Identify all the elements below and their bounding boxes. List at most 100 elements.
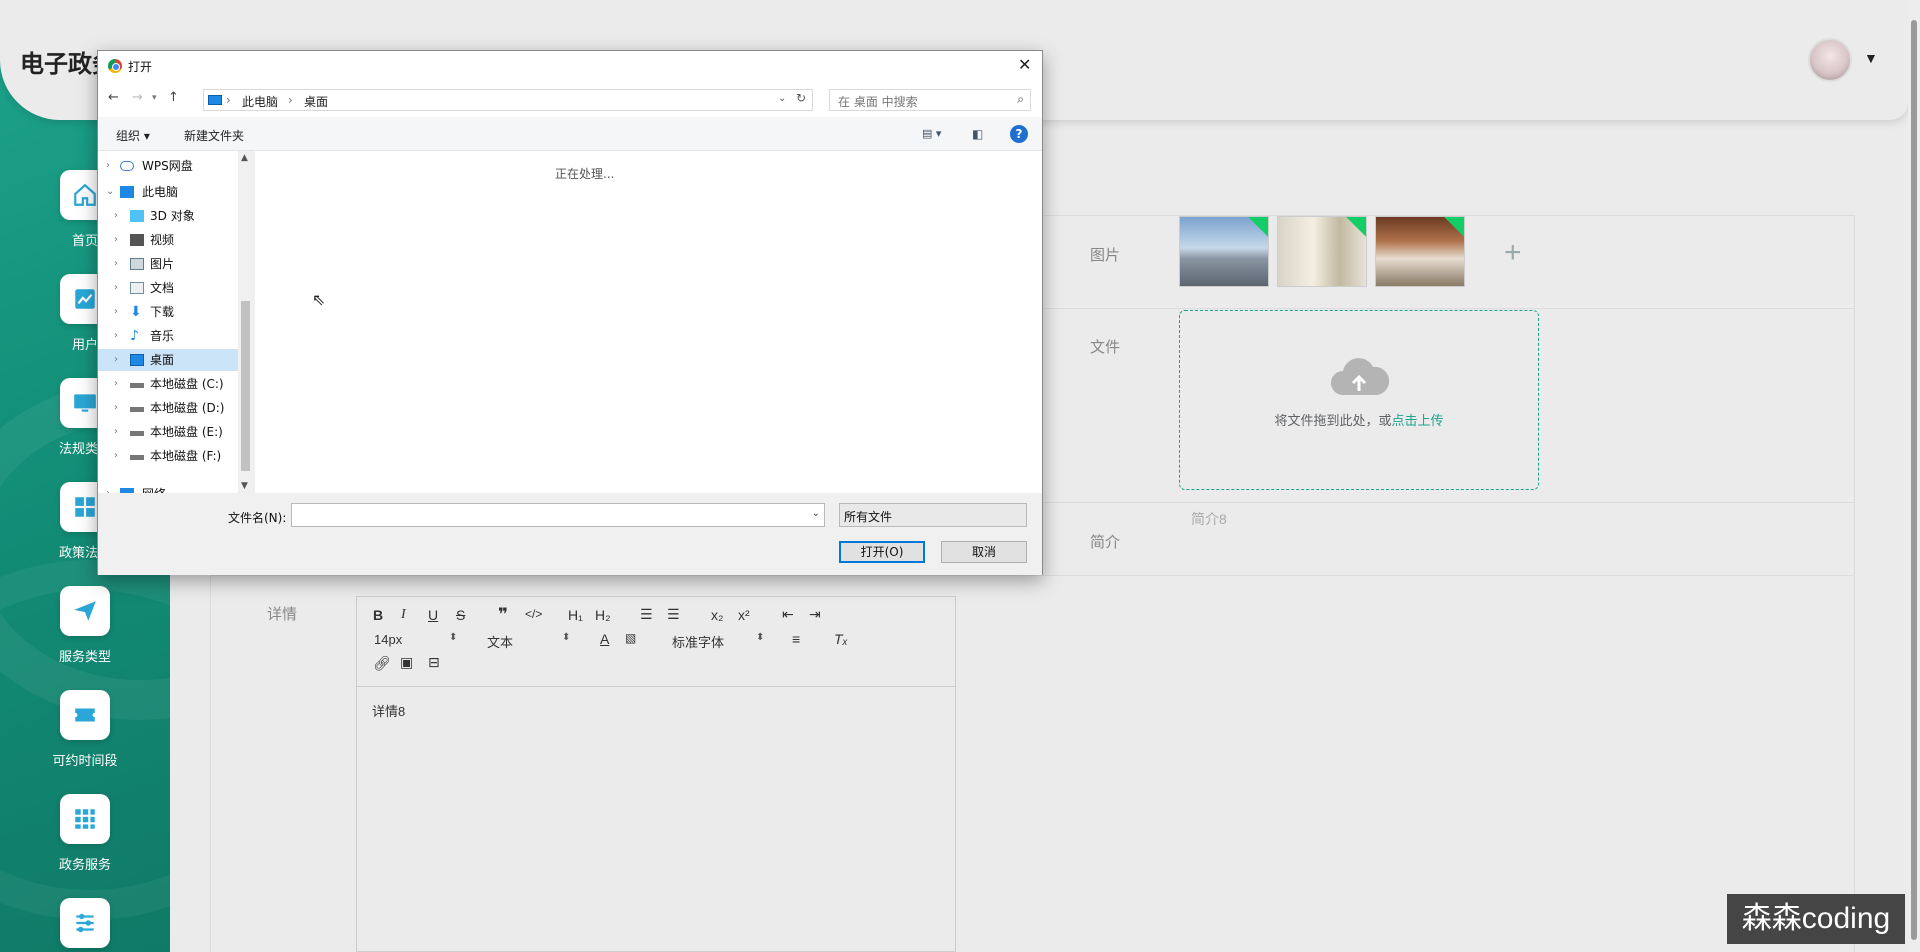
computer-icon xyxy=(120,186,134,198)
tree-scrollbar[interactable]: ▲ ▼ xyxy=(238,151,253,493)
code-icon[interactable]: </> xyxy=(525,607,542,621)
preview-pane-icon[interactable]: ◧ xyxy=(972,127,983,141)
font-family-select[interactable]: 标准字体 xyxy=(672,632,724,651)
subscript-icon[interactable]: x₂ xyxy=(711,607,723,623)
image-thumbnail[interactable] xyxy=(1179,216,1269,287)
caret-down-icon[interactable]: ▼ xyxy=(1864,50,1878,66)
select-arrow-icon: ⬍ xyxy=(449,632,458,643)
refresh-icon[interactable]: ↻ xyxy=(796,91,806,105)
font-size-select[interactable]: 14px xyxy=(374,632,402,647)
cube-icon xyxy=(130,210,144,222)
tree-item-network[interactable]: ›网络 xyxy=(98,483,238,493)
chart-icon xyxy=(75,289,95,309)
avatar[interactable] xyxy=(1808,38,1852,82)
tree-item-this-pc[interactable]: ⌄ 此电脑 xyxy=(98,181,238,203)
tree-item-documents[interactable]: › 文档 xyxy=(98,277,238,299)
add-image-icon[interactable]: + xyxy=(1504,236,1522,270)
picture-icon xyxy=(130,258,144,270)
recent-locations-icon[interactable]: ▾ xyxy=(152,93,157,103)
upload-link[interactable]: 点击上传 xyxy=(1392,413,1444,428)
search-input[interactable]: 在 桌面 中搜索 ⌕ xyxy=(829,89,1031,111)
sidebar-item-label: 政务服务 xyxy=(58,857,111,872)
h2-icon[interactable]: H₂ xyxy=(595,607,611,623)
editor-content[interactable]: 详情8 xyxy=(357,687,955,734)
select-arrow-icon: ⬍ xyxy=(756,632,765,643)
computer-icon xyxy=(208,95,222,105)
tree-item-desktop[interactable]: › 桌面 xyxy=(98,349,238,371)
film-icon xyxy=(130,234,144,246)
cancel-button[interactable]: 取消 xyxy=(941,541,1027,563)
scroll-up-icon[interactable]: ▲ xyxy=(241,153,248,163)
sidebar-item-gov-services[interactable]: 政务服务 xyxy=(0,794,170,873)
bullet-list-icon[interactable]: ☰ xyxy=(667,606,680,623)
address-bar[interactable]: › 此电脑 › 桌面 ⌄ xyxy=(203,89,813,111)
sidebar-item-label: 可约时间段 xyxy=(52,753,118,768)
dialog-navbar: ← → ▾ ↑ › 此电脑 › 桌面 ⌄ ↻ 在 桌面 中搜索 ⌕ xyxy=(98,81,1042,117)
tree-item-drive-f[interactable]: › 本地磁盘 (F:) xyxy=(98,445,238,467)
outdent-icon[interactable]: ⇤ xyxy=(782,606,794,623)
breadcrumb-item[interactable]: 此电脑 xyxy=(242,93,278,110)
superscript-icon[interactable]: x² xyxy=(738,607,750,623)
dialog-toolbar: 组织 ▾ 新建文件夹 ▤ ▾ ◧ ? xyxy=(98,117,1042,151)
image-icon[interactable]: ▣ xyxy=(400,654,413,671)
close-icon[interactable]: ✕ xyxy=(1018,55,1031,74)
h1-icon[interactable]: H₁ xyxy=(568,607,583,623)
filetype-select[interactable]: 所有文件 ⌄ xyxy=(839,503,1027,527)
chrome-icon xyxy=(108,59,122,73)
new-folder-button[interactable]: 新建文件夹 xyxy=(184,127,244,144)
up-arrow-icon[interactable]: ↑ xyxy=(168,90,179,105)
block-type-select[interactable]: 文本 xyxy=(487,632,513,651)
dialog-footer: 文件名(N): ⌄ 所有文件 ⌄ 打开(O) 取消 xyxy=(98,493,1042,575)
align-icon[interactable]: ≡ xyxy=(792,631,800,647)
breadcrumb-item[interactable]: 桌面 xyxy=(304,93,328,110)
scroll-down-icon[interactable]: ▼ xyxy=(241,481,248,491)
tree-item-3d[interactable]: › 3D 对象 xyxy=(98,205,238,227)
chevron-down-icon[interactable]: ⌄ xyxy=(812,508,820,519)
view-options-icon[interactable]: ▤ ▾ xyxy=(922,127,941,140)
file-upload-dropzone[interactable]: 将文件拖到此处，或点击上传 xyxy=(1179,310,1539,490)
file-list-area[interactable]: 正在处理... ⇖ xyxy=(255,151,1042,493)
tree-item-drive-e[interactable]: › 本地磁盘 (E:) xyxy=(98,421,238,443)
sidebar-item-settings[interactable] xyxy=(0,898,170,948)
processing-status: 正在处理... xyxy=(555,167,615,181)
tree-item-videos[interactable]: › 视频 xyxy=(98,229,238,251)
sidebar-item-time-slots[interactable]: 可约时间段 xyxy=(0,690,170,769)
background-color-icon[interactable]: ▧ xyxy=(625,631,636,645)
link-icon[interactable]: 🔗︎ xyxy=(373,655,391,672)
strikethrough-icon[interactable]: S xyxy=(456,607,465,623)
filename-input[interactable]: ⌄ xyxy=(291,503,825,527)
tree-item-downloads[interactable]: › ⬇ 下载 xyxy=(98,301,238,323)
tree-item-music[interactable]: › ♪ 音乐 xyxy=(98,325,238,347)
upload-hint: 将文件拖到此处，或 xyxy=(1274,413,1392,428)
tree-item-wps[interactable]: › WPS网盘 xyxy=(98,155,238,177)
intro-textarea[interactable]: 简介8 xyxy=(1191,509,1227,529)
font-color-icon[interactable]: A xyxy=(600,631,609,647)
forward-arrow-icon[interactable]: → xyxy=(132,90,143,105)
dialog-title: 打开 xyxy=(128,60,153,74)
sidebar-item-service-types[interactable]: 服务类型 xyxy=(0,586,170,665)
help-icon[interactable]: ? xyxy=(1010,125,1028,143)
ordered-list-icon[interactable]: ☰ xyxy=(640,606,653,623)
image-thumbnail[interactable] xyxy=(1277,216,1367,287)
bold-icon[interactable]: B xyxy=(373,607,383,623)
drive-icon xyxy=(130,431,144,436)
tree-item-drive-d[interactable]: › 本地磁盘 (D:) xyxy=(98,397,238,419)
indent-icon[interactable]: ⇥ xyxy=(809,606,821,623)
document-icon xyxy=(130,282,144,294)
organize-menu[interactable]: 组织 ▾ xyxy=(116,127,150,144)
sliders-icon xyxy=(76,913,94,933)
page-scrollbar[interactable] xyxy=(1908,0,1920,952)
quote-icon[interactable]: ❞ xyxy=(498,605,508,625)
underline-icon[interactable]: U xyxy=(428,607,438,623)
rich-text-editor[interactable]: B I U S ❞ </> H₁ H₂ ☰ ☰ x₂ x² ⇤ ⇥ 14px ⬍… xyxy=(356,596,956,952)
video-icon[interactable]: ⊟ xyxy=(428,654,440,671)
tree-item-pictures[interactable]: › 图片 xyxy=(98,253,238,275)
open-button[interactable]: 打开(O) xyxy=(839,541,925,563)
select-arrow-icon: ⬍ xyxy=(562,632,571,643)
tree-item-drive-c[interactable]: › 本地磁盘 (C:) xyxy=(98,373,238,395)
italic-icon[interactable]: I xyxy=(401,607,406,623)
clear-format-icon[interactable]: Tₓ xyxy=(834,631,848,647)
chevron-down-icon[interactable]: ⌄ xyxy=(778,93,786,104)
image-thumbnail[interactable] xyxy=(1375,216,1465,287)
back-arrow-icon[interactable]: ← xyxy=(108,90,119,105)
